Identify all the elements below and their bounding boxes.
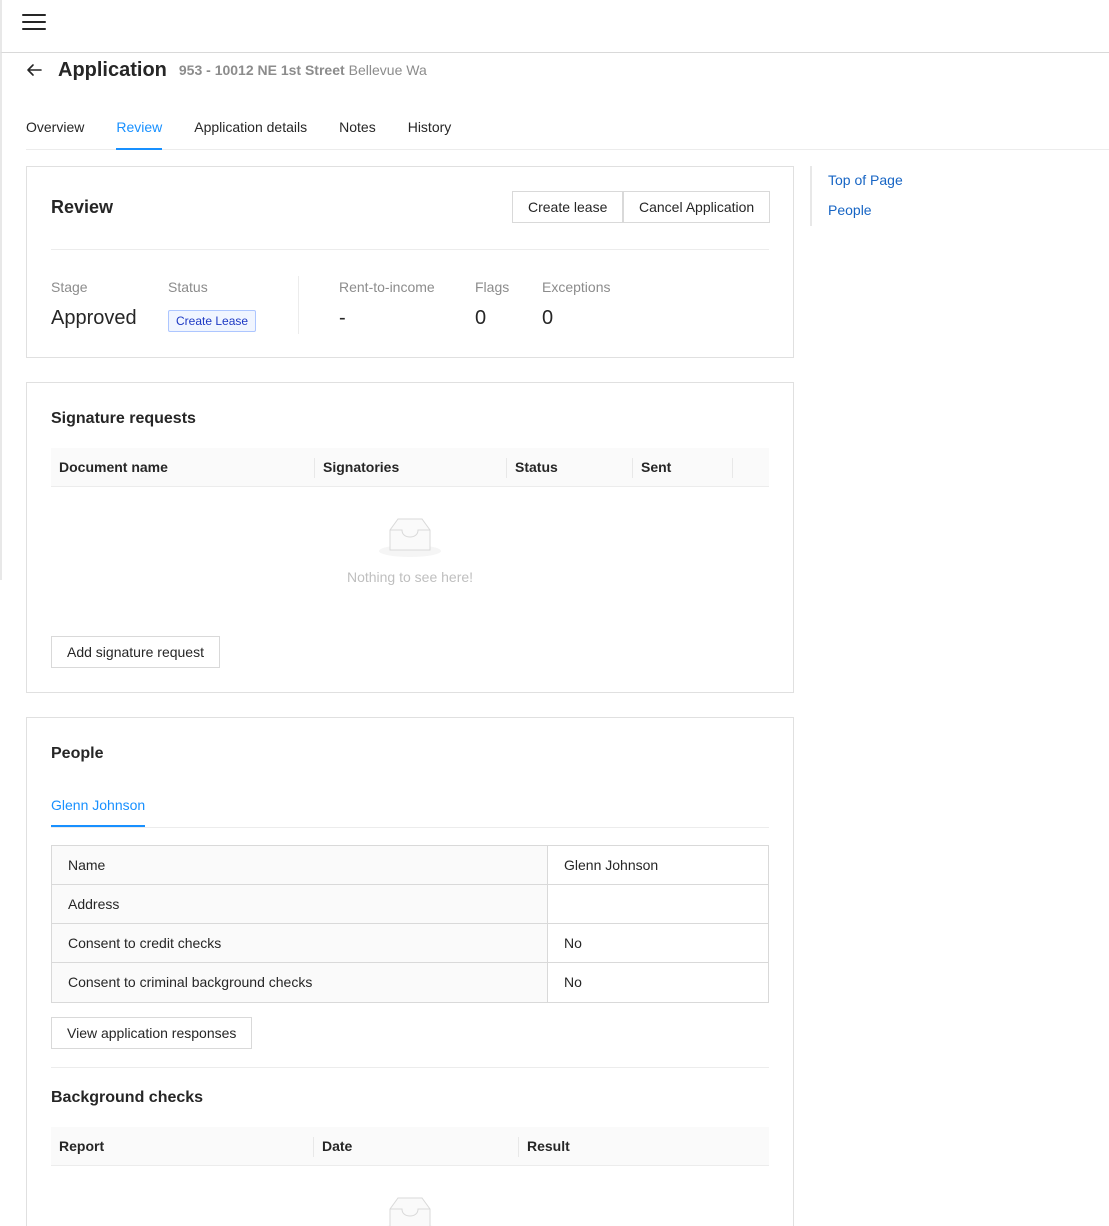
- person-details-table: Name Glenn Johnson Address Consent to cr…: [51, 845, 769, 1003]
- stage-label: Stage: [51, 279, 88, 295]
- status-badge: Create Lease: [168, 310, 257, 332]
- column-result: Result: [527, 1138, 570, 1154]
- cancel-application-button[interactable]: Cancel Application: [623, 191, 771, 223]
- column-signatories: Signatories: [323, 459, 400, 475]
- row-value: [548, 885, 768, 923]
- view-application-responses-button[interactable]: View application responses: [51, 1017, 253, 1049]
- exceptions-value: 0: [542, 307, 554, 329]
- column-sent: Sent: [641, 459, 672, 475]
- page-header: Application 953 - 10012 NE 1st Street Be…: [26, 55, 427, 85]
- review-title: Review: [51, 197, 114, 217]
- people-card: People Glenn Johnson Name Glenn Johnson …: [26, 717, 794, 1226]
- row-key: Consent to criminal background checks: [52, 963, 548, 1002]
- table-row: Address: [52, 885, 768, 924]
- flags-value: 0: [475, 307, 487, 329]
- back-arrow-icon[interactable]: [26, 60, 46, 80]
- rent-to-income-label: Rent-to-income: [339, 279, 435, 295]
- people-title: People: [51, 745, 104, 762]
- tab-history[interactable]: History: [408, 105, 452, 150]
- flags-label: Flags: [475, 279, 510, 295]
- background-table-header: Report Date Result: [51, 1127, 769, 1166]
- tab-bar: Overview Review Application details Note…: [26, 105, 1109, 150]
- add-signature-request-button[interactable]: Add signature request: [51, 636, 220, 668]
- signature-requests-card: Signature requests Document name Signato…: [26, 382, 794, 693]
- row-value: No: [564, 935, 582, 951]
- row-value: Glenn Johnson: [564, 857, 659, 873]
- tab-review[interactable]: Review: [116, 105, 163, 150]
- status-label: Status: [168, 279, 208, 295]
- person-tab-glenn-johnson[interactable]: Glenn Johnson: [51, 797, 146, 827]
- empty-inbox-icon: [386, 1197, 434, 1226]
- review-card: Review Create lease Cancel Application S…: [26, 166, 794, 358]
- column-status: Status: [515, 459, 558, 475]
- signature-requests-title: Signature requests: [51, 410, 196, 427]
- table-row: Consent to criminal background checks No: [52, 963, 768, 1002]
- left-border: [0, 53, 2, 580]
- anchor-link-people[interactable]: People: [828, 202, 872, 218]
- people-divider: [51, 1067, 769, 1068]
- signature-table-header: Document name Signatories Status Sent: [51, 448, 769, 487]
- review-divider: [51, 249, 769, 250]
- property-address: 953 - 10012 NE 1st Street: [178, 62, 345, 78]
- anchor-nav: Top of Page People: [810, 166, 1010, 226]
- people-tab-underline: [51, 827, 769, 828]
- background-checks-title: Background checks: [51, 1089, 204, 1106]
- tab-application-details[interactable]: Application details: [194, 105, 307, 150]
- empty-message: Nothing to see here!: [346, 569, 474, 585]
- tab-notes[interactable]: Notes: [339, 105, 376, 150]
- rent-to-income-value: -: [339, 307, 346, 329]
- row-key: Address: [52, 885, 548, 923]
- column-report: Report: [59, 1138, 105, 1154]
- row-key: Name: [52, 846, 548, 884]
- top-bar: [0, 0, 1109, 53]
- row-key: Consent to credit checks: [52, 924, 548, 962]
- stage-value: Approved: [51, 307, 137, 329]
- hamburger-menu-icon[interactable]: [22, 14, 46, 32]
- table-row: Name Glenn Johnson: [52, 846, 768, 885]
- page-title: Application: [58, 58, 167, 81]
- column-document-name: Document name: [59, 459, 168, 475]
- signature-empty-state: Nothing to see here!: [51, 516, 769, 585]
- column-separator: [732, 458, 733, 478]
- stats-separator: [298, 276, 299, 334]
- create-lease-button[interactable]: Create lease: [512, 191, 624, 223]
- property-city: Bellevue Wa: [348, 62, 427, 78]
- column-date: Date: [322, 1138, 353, 1154]
- table-row: Consent to credit checks No: [52, 924, 768, 963]
- anchor-link-top-of-page[interactable]: Top of Page: [828, 172, 903, 188]
- exceptions-label: Exceptions: [542, 279, 611, 295]
- tab-overview[interactable]: Overview: [26, 105, 84, 150]
- row-value: No: [564, 974, 582, 990]
- background-empty-state: [51, 1195, 769, 1226]
- empty-inbox-icon: [379, 518, 441, 557]
